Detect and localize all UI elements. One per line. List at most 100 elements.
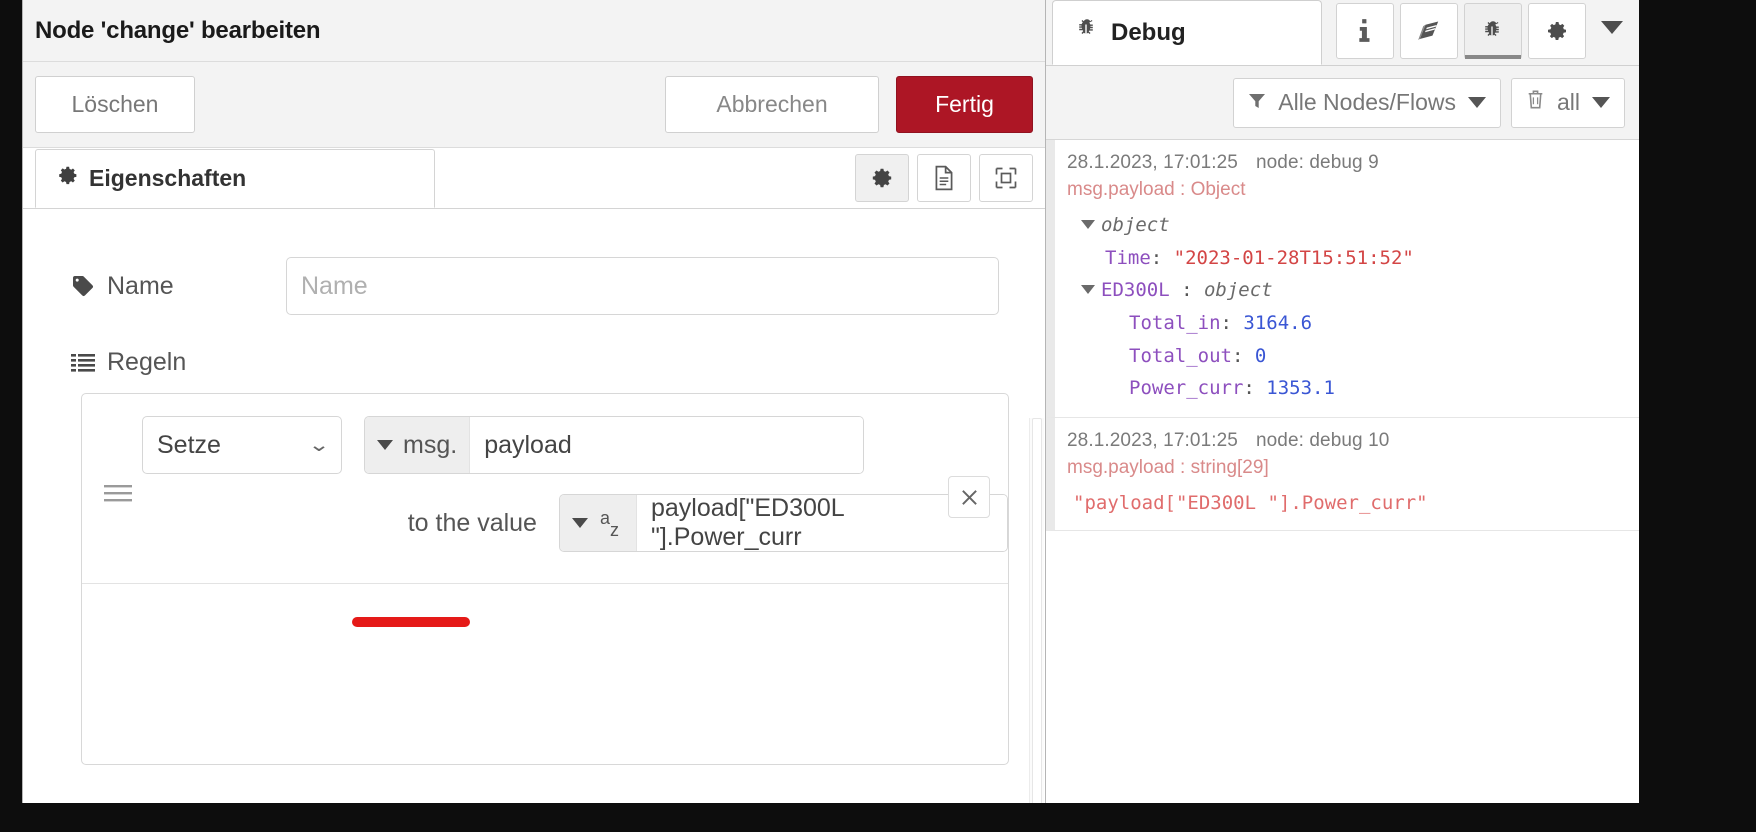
debug-root-node[interactable]: object xyxy=(1067,209,1639,242)
debug-timestamp: 28.1.2023, 17:01:25 xyxy=(1067,152,1238,173)
dialog-button-bar: Löschen Abbrechen Fertig xyxy=(23,62,1045,148)
rule-action-select[interactable]: Setze ⌄ xyxy=(142,416,342,474)
bug-icon xyxy=(1075,17,1099,48)
debug-entry: Time: "2023-01-28T15:51:52" xyxy=(1105,246,1414,269)
debug-toolbar: Alle Nodes/Flows all xyxy=(1046,66,1639,140)
rule-value-type-button[interactable]: az xyxy=(559,495,637,551)
caret-down-icon xyxy=(377,440,393,450)
caret-down-icon xyxy=(1467,97,1486,108)
rule-target-typed-input[interactable]: msg. payload xyxy=(364,416,864,474)
debug-root-type: object xyxy=(1101,214,1170,236)
debug-source-node: node: debug 9 xyxy=(1255,152,1379,173)
debug-message-list: 28.1.2023, 17:01:25 node: debug 9 msg.pay… xyxy=(1046,140,1639,803)
info-icon[interactable] xyxy=(1336,3,1394,59)
debug-entry-value: 0 xyxy=(1254,344,1267,367)
screen-root: Node 'change' bearbeiten Löschen Abbrech… xyxy=(0,0,1756,832)
name-row: Name xyxy=(23,257,1045,315)
az-string-icon: az xyxy=(599,508,619,540)
debug-entry-key: Power_curr xyxy=(1129,377,1244,400)
debug-message-header: 28.1.2023, 17:01:25 node: debug 10 xyxy=(1067,426,1639,454)
debug-clear-label: all xyxy=(1556,89,1580,115)
gear-icon xyxy=(58,165,79,192)
debug-string-value: "payload["ED300L "].Power_curr" xyxy=(1073,492,1428,515)
debug-entry-key: Total_out xyxy=(1129,344,1232,367)
debug-property-path: msg.payload : string[29] xyxy=(1067,457,1269,479)
dialog-scrollbar[interactable] xyxy=(1029,418,1044,803)
tab-properties-label: Eigenschaften xyxy=(89,165,247,191)
debug-entry: Total_in: 3164.6 xyxy=(1129,312,1313,335)
delete-button[interactable]: Löschen xyxy=(35,76,195,133)
debug-source-node: node: debug 10 xyxy=(1255,430,1390,452)
tag-icon xyxy=(71,274,95,298)
rules-label: Regeln xyxy=(107,348,187,376)
dialog-tab-icon-group xyxy=(855,154,1033,202)
rule-target-line: Setze ⌄ msg. payload xyxy=(82,416,1008,474)
debug-entry-value: 1353.1 xyxy=(1266,377,1335,400)
done-button[interactable]: Fertig xyxy=(896,76,1033,133)
rule-action-value: Setze xyxy=(157,430,221,459)
debug-clear-dropdown[interactable]: all xyxy=(1510,77,1625,128)
rule-target-type-label: msg. xyxy=(403,430,458,459)
rule-row: Setze ⌄ msg. payload to the value a z pa… xyxy=(82,394,1008,584)
chevron-down-icon: ⌄ xyxy=(307,434,331,456)
node-edit-dialog: Node 'change' bearbeiten Löschen Abbrech… xyxy=(22,0,1046,803)
sidebar-more-tabs-button[interactable] xyxy=(1592,0,1632,55)
expand-triangle-icon[interactable] xyxy=(1081,220,1095,229)
tab-debug[interactable]: Debug xyxy=(1052,0,1322,65)
debug-bug-icon[interactable] xyxy=(1464,3,1522,59)
rule-delete-button[interactable] xyxy=(948,476,990,518)
gear-icon[interactable] xyxy=(855,154,909,202)
caret-down-icon xyxy=(1601,20,1623,34)
sidebar-tool-group xyxy=(1336,0,1632,59)
debug-entry-key: ED300L xyxy=(1101,279,1170,302)
debug-property-path: msg.payload : Object xyxy=(1067,179,1246,200)
debug-entry: Power_curr: 1353.1 xyxy=(1129,377,1335,400)
dialog-titlebar: Node 'change' bearbeiten xyxy=(23,0,1045,62)
debug-sidebar: Debug Alle Nodes/Flows all 28.1.2023, 17… xyxy=(1046,0,1639,803)
funnel-icon xyxy=(1248,89,1266,116)
list-icon xyxy=(71,353,95,373)
description-icon[interactable] xyxy=(917,154,971,202)
help-book-icon[interactable] xyxy=(1400,3,1458,59)
debug-entry: Total_out: 0 xyxy=(1129,344,1267,367)
caret-down-icon xyxy=(571,518,588,528)
debug-entry-value: "2023-01-28T15:51:52" xyxy=(1173,246,1414,269)
rule-target-value[interactable]: payload xyxy=(470,417,863,473)
page-title: Node 'change' bearbeiten xyxy=(35,16,321,44)
config-gear-icon[interactable] xyxy=(1528,3,1586,59)
caret-down-icon xyxy=(1592,97,1610,108)
tab-properties[interactable]: Eigenschaften xyxy=(35,149,435,208)
debug-entry-key: Total_in xyxy=(1129,312,1221,335)
dialog-tab-row: Eigenschaften xyxy=(23,148,1045,209)
debug-filter-label: Alle Nodes/Flows xyxy=(1278,89,1456,115)
debug-message-body: object Time: "2023-01-28T15:51:52" ED300… xyxy=(1067,206,1639,405)
debug-entry-key: Time xyxy=(1105,246,1151,269)
debug-message-header: 28.1.2023, 17:01:25 node: debug 9 xyxy=(1067,148,1639,176)
debug-entry-value: object xyxy=(1203,279,1273,302)
rules-label-group: Regeln xyxy=(23,348,1045,377)
tab-debug-label: Debug xyxy=(1111,18,1186,46)
annotation-underline xyxy=(352,617,470,627)
debug-entry[interactable]: ED300L : object xyxy=(1067,274,1639,307)
debug-timestamp: 28.1.2023, 17:01:25 xyxy=(1067,430,1238,452)
rules-list: Setze ⌄ msg. payload to the value a z pa… xyxy=(81,393,1009,765)
dialog-form-body: Name Regeln xyxy=(23,209,1045,803)
appearance-icon[interactable] xyxy=(979,154,1033,202)
trash-icon xyxy=(1526,89,1545,116)
debug-filter-dropdown[interactable]: Alle Nodes/Flows xyxy=(1233,77,1501,128)
name-label-group: Name xyxy=(71,272,286,301)
rule-value-line: to the value az payload["ED300L "].Power… xyxy=(82,494,1008,552)
drag-handle-icon[interactable] xyxy=(104,478,132,508)
expand-triangle-icon[interactable] xyxy=(1081,285,1095,295)
to-the-value-label: to the value xyxy=(407,508,537,537)
debug-message[interactable]: 28.1.2023, 17:01:25 node: debug 10 msg.pa… xyxy=(1046,418,1639,532)
debug-message[interactable]: 28.1.2023, 17:01:25 node: debug 9 msg.pay… xyxy=(1046,140,1639,419)
rule-target-type-button[interactable]: msg. xyxy=(365,417,471,473)
name-label: Name xyxy=(107,271,174,300)
rule-value-typed-input[interactable]: az payload["ED300L "].Power_curr xyxy=(558,494,1008,552)
cancel-button[interactable]: Abbrechen xyxy=(665,76,879,133)
dialog-scrollbar-thumb[interactable] xyxy=(1032,418,1042,803)
name-input[interactable] xyxy=(286,257,999,315)
sidebar-tab-row: Debug xyxy=(1046,0,1639,66)
debug-entry-value: 3164.6 xyxy=(1243,312,1313,335)
